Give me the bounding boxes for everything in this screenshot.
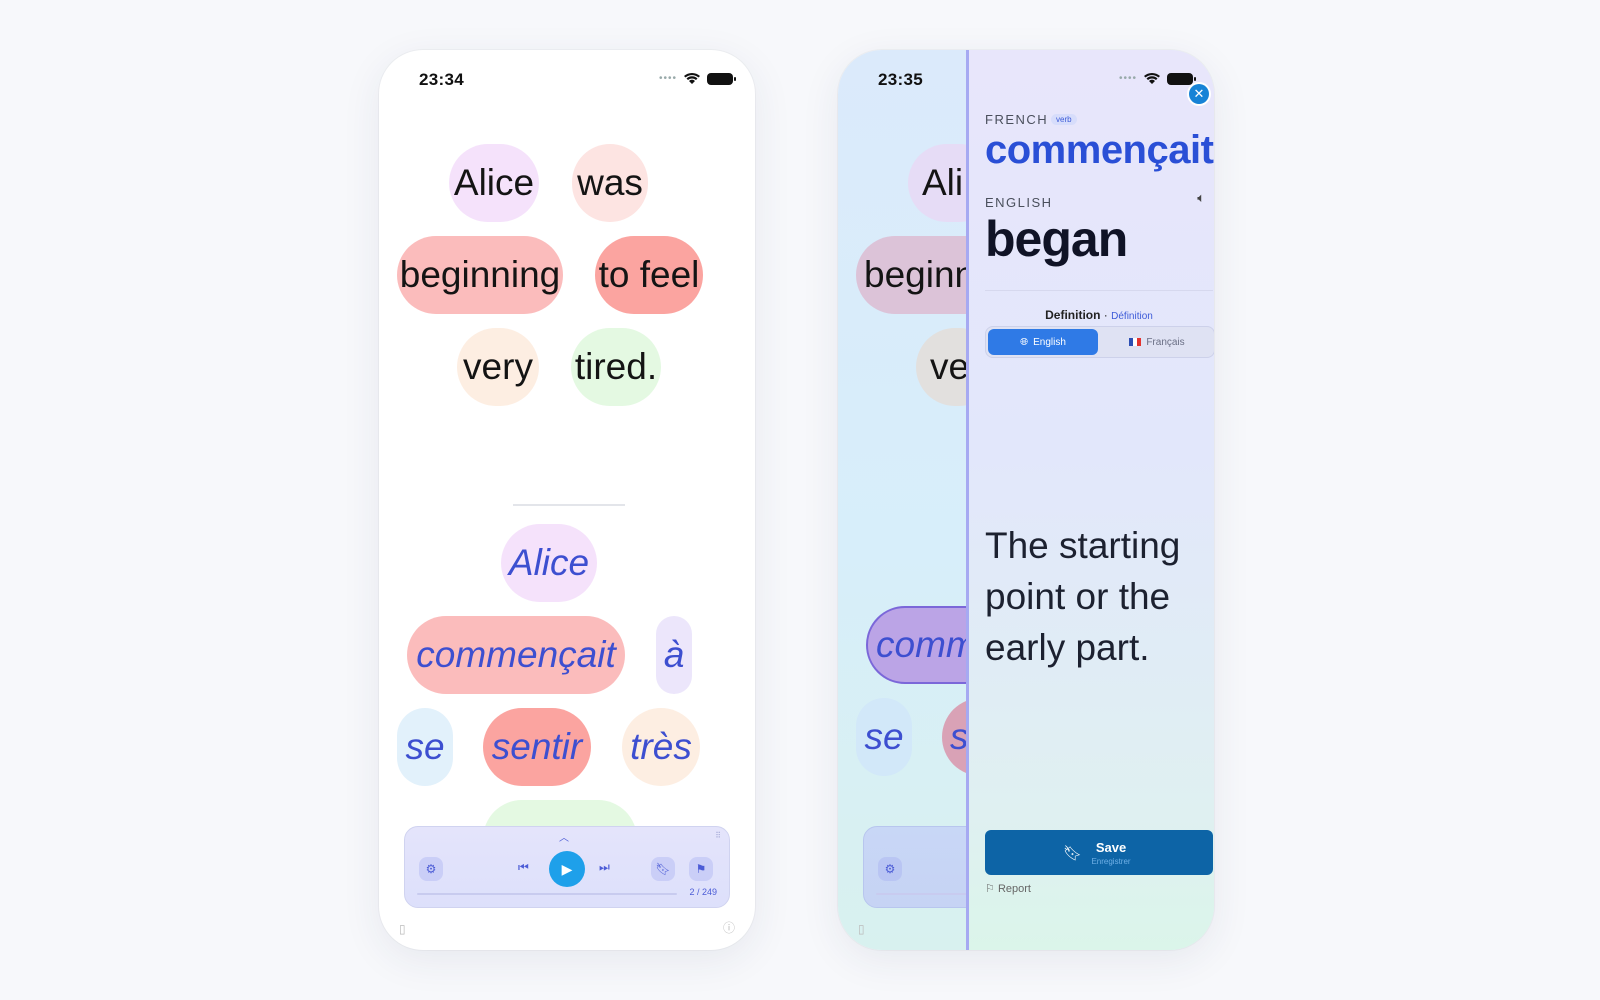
bookmark-outline-icon[interactable]: ▯ bbox=[399, 922, 406, 936]
french-flag-icon bbox=[1129, 338, 1142, 346]
settings-button[interactable]: ⚙ bbox=[878, 857, 902, 881]
reader-screen: 23:34 •••• Alice was beginning to feel v… bbox=[379, 50, 755, 950]
close-icon: ✕ bbox=[1193, 86, 1205, 101]
definition-title: Definition bbox=[1045, 308, 1101, 322]
save-button[interactable]: 🔖︎ Save Enregistrer bbox=[985, 830, 1213, 875]
play-icon: ▶ bbox=[561, 860, 573, 877]
definition-text: The starting point or the early part. bbox=[985, 525, 1181, 668]
translation-panel: •••• ✕ FRENCH verb commençait ENGLISH 🔈︎… bbox=[966, 50, 1214, 950]
word-bubble-fr[interactable]: à bbox=[656, 616, 692, 694]
definition-heading: Definition · Définition bbox=[1045, 308, 1153, 322]
divider bbox=[985, 290, 1213, 291]
tab-english-label: English bbox=[1033, 336, 1066, 348]
definition-language-toggle: 🌐︎ English Français bbox=[985, 326, 1214, 358]
progress-track[interactable] bbox=[417, 893, 677, 895]
bookmark-icon: 🔖︎ bbox=[655, 862, 671, 876]
target-language-label: ENGLISH bbox=[985, 195, 1053, 210]
tab-english[interactable]: 🌐︎ English bbox=[988, 329, 1098, 355]
status-icons: •••• bbox=[658, 72, 736, 85]
word-bubble-fr[interactable]: se bbox=[397, 708, 453, 786]
globe-icon: 🌐︎ bbox=[1020, 336, 1029, 348]
tab-french[interactable]: Français bbox=[1102, 329, 1212, 355]
battery-icon bbox=[707, 72, 736, 85]
gear-icon: ⚙ bbox=[884, 862, 896, 876]
word-bubble-en[interactable]: was bbox=[572, 144, 648, 222]
speaker-icon[interactable]: 🔈︎ bbox=[1197, 190, 1205, 206]
source-word: commençait bbox=[985, 128, 1214, 172]
translation-screen: 23:35 Ali beginn ve comm se s ⚙ ▯ •••• ✕… bbox=[838, 50, 1214, 950]
signal-icon: •••• bbox=[1118, 73, 1137, 84]
chevron-up-icon[interactable]: ︿ bbox=[559, 829, 569, 844]
word-bubble-fr[interactable]: commençait bbox=[407, 616, 625, 694]
status-icons: •••• bbox=[1118, 72, 1196, 85]
settings-button[interactable]: ⚙ bbox=[419, 857, 443, 881]
status-time: 23:34 bbox=[419, 70, 464, 89]
word-bubble-en[interactable]: tired. bbox=[571, 328, 661, 406]
word-bubble-fr[interactable]: Alice bbox=[501, 524, 597, 602]
signal-icon: •••• bbox=[658, 73, 677, 84]
playback-bar: ︿ ⠿ ⚙ ⏮ ▶ ⏭ 🔖︎ ⚑ 2 / 249 bbox=[404, 826, 730, 908]
bookmark-outline-icon[interactable]: ▯ bbox=[858, 922, 865, 936]
save-sublabel: Enregistrer bbox=[1091, 857, 1131, 866]
word-bubble-en[interactable]: very bbox=[457, 328, 539, 406]
tab-french-label: Français bbox=[1146, 336, 1185, 348]
page-count: 2 / 249 bbox=[689, 887, 717, 897]
word-bubble-fr[interactable]: sentir bbox=[483, 708, 591, 786]
word-bubble-en[interactable]: beginning bbox=[397, 236, 563, 314]
target-word: began bbox=[985, 211, 1128, 267]
save-label: Save bbox=[1095, 840, 1127, 855]
word-bubble-en[interactable]: to feel bbox=[595, 236, 703, 314]
flag-icon: ⚐ bbox=[985, 883, 995, 895]
skip-back-icon: ⏮ bbox=[518, 860, 529, 874]
report-link[interactable]: ⚐ Report bbox=[985, 882, 1031, 895]
status-time: 23:35 bbox=[878, 70, 923, 89]
word-bubble-fr: se bbox=[856, 698, 912, 776]
close-button[interactable]: ✕ bbox=[1189, 84, 1209, 104]
wifi-icon bbox=[684, 72, 700, 84]
previous-button[interactable]: ⏮ bbox=[518, 860, 529, 875]
gear-icon: ⚙ bbox=[425, 862, 437, 876]
definition-title-fr: Définition bbox=[1111, 311, 1153, 322]
wifi-icon bbox=[1144, 72, 1160, 84]
next-button[interactable]: ⏭ bbox=[599, 860, 610, 875]
flag-icon: ⚑ bbox=[695, 862, 707, 876]
source-language-label: FRENCH bbox=[985, 112, 1049, 127]
flag-button[interactable]: ⚑ bbox=[689, 857, 713, 881]
drag-handle-icon[interactable]: ⠿ bbox=[715, 831, 721, 840]
word-bubble-en[interactable]: Alice bbox=[449, 144, 539, 222]
divider bbox=[513, 504, 625, 506]
play-button[interactable]: ▶ bbox=[549, 851, 585, 887]
skip-forward-icon: ⏭ bbox=[599, 860, 610, 874]
word-bubble-fr[interactable]: très bbox=[622, 708, 700, 786]
battery-icon bbox=[1167, 72, 1196, 85]
report-label: Report bbox=[997, 883, 1031, 895]
info-icon[interactable]: ⓘ bbox=[723, 919, 735, 936]
part-of-speech-badge: verb bbox=[1051, 114, 1077, 125]
bookmark-button[interactable]: 🔖︎ bbox=[651, 857, 675, 881]
